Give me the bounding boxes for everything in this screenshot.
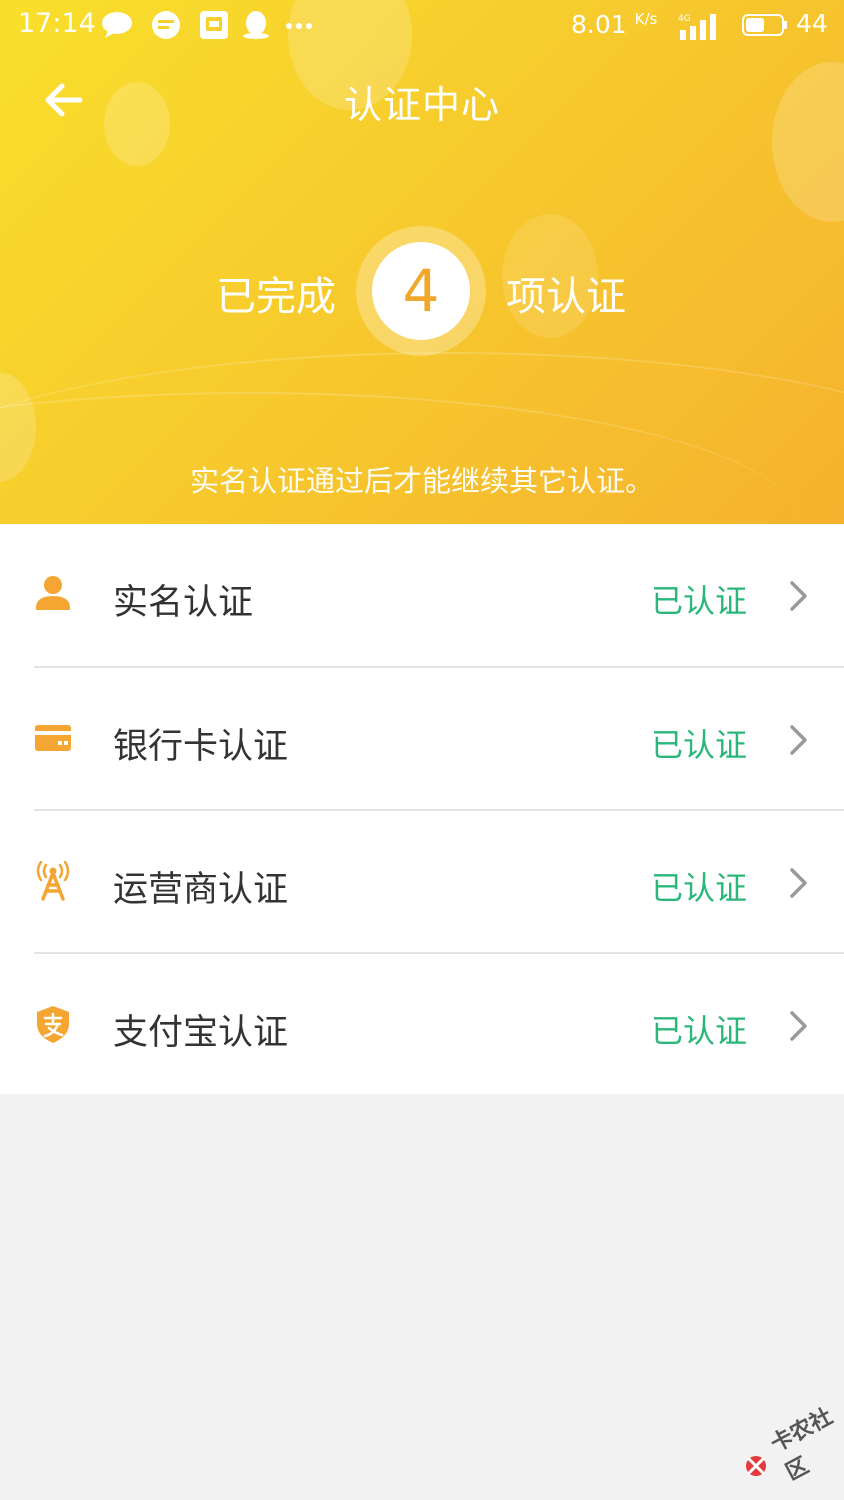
battery-level: 44 [796,9,828,38]
completed-suffix: 项认证 [506,274,626,320]
more-notifications-icon [286,23,312,29]
qq-penguin-icon [243,11,269,39]
page-title: 认证中心 [343,83,500,127]
chevron-right-icon [790,1011,807,1041]
completed-count: 4 [372,242,470,340]
verification-status: 已认证 [651,726,748,764]
verification-label: 银行卡认证 [113,727,289,767]
verification-row-carrier[interactable]: 运营商认证 已认证 [0,811,844,953]
verification-label: 运营商认证 [113,870,289,910]
verification-row-alipay[interactable]: 支付宝认证 已认证 [0,954,844,1096]
person-icon [36,576,70,610]
message-icon [152,11,180,39]
chat-bubble-icon [102,12,132,38]
alipay-shield-icon [37,1006,69,1043]
network-speed: 8.01 K/s [571,10,658,39]
network-type: 4G [678,14,691,24]
header-banner: 17:14 8.01 K/s 4G 44 认证中心 已完成 4 项认证 实名认证… [0,0,844,524]
verification-status: 已认证 [651,582,748,620]
completed-prefix: 已完成 [216,274,336,320]
battery-icon [742,14,787,36]
bank-card-icon [35,725,71,751]
verification-list: 实名认证 已认证 银行卡认证 已认证 运营商认证 已认证 支付宝认证 已认证 [0,524,844,1094]
status-time: 17:14 [18,8,96,39]
verification-status: 已认证 [651,869,748,907]
chevron-right-icon [790,725,807,755]
verification-label: 实名认证 [113,583,254,623]
app-notification-icon [200,11,228,39]
chevron-right-icon [790,581,807,611]
verification-notice: 实名认证通过后才能继续其它认证。 [189,464,654,498]
verification-label: 支付宝认证 [113,1013,289,1053]
chevron-right-icon [790,868,807,898]
signal-tower-icon [36,861,70,901]
verification-row-real-name[interactable]: 实名认证 已认证 [0,524,844,666]
verification-status: 已认证 [651,1012,748,1050]
verification-row-bank-card[interactable]: 银行卡认证 已认证 [0,668,844,810]
signal-strength-icon: 4G [678,14,716,40]
status-bar: 17:14 8.01 K/s 4G 44 [0,0,844,52]
